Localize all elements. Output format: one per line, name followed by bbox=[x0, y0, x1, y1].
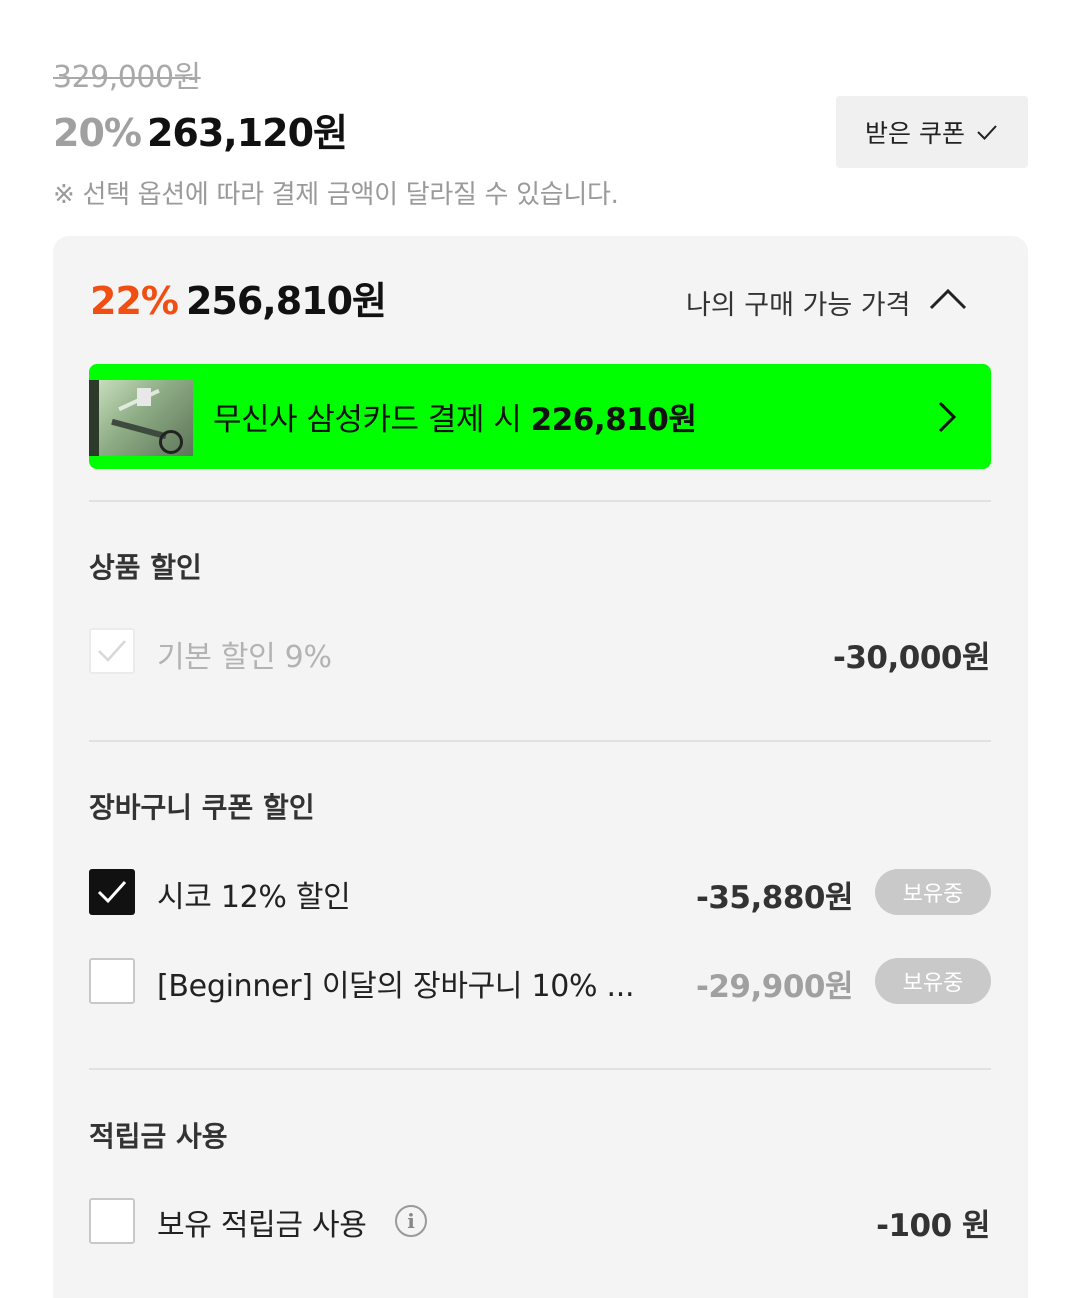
divider bbox=[89, 740, 991, 742]
my-price-toggle-label: 나의 구매 가능 가격 bbox=[686, 289, 911, 321]
divider bbox=[89, 1068, 991, 1070]
my-price-rate: 22% bbox=[90, 279, 179, 323]
card-banner-text: 무신사 삼성카드 결제 시 226,810원 bbox=[213, 394, 697, 439]
points-label: 보유 적립금 사용 bbox=[157, 1208, 367, 1243]
cart-coupon-title: 장바구니 쿠폰 할인 bbox=[89, 791, 315, 824]
check-icon bbox=[975, 120, 999, 144]
sale-price: 263,120원 bbox=[146, 111, 348, 155]
points-checkbox[interactable] bbox=[89, 1198, 135, 1244]
product-discount-title: 상품 할인 bbox=[89, 551, 202, 584]
chevron-up-icon bbox=[928, 287, 968, 318]
coupon-checkbox-beginner[interactable] bbox=[89, 958, 135, 1004]
sale-rate: 20% bbox=[53, 111, 142, 155]
base-discount-checkbox bbox=[89, 628, 135, 674]
points-title: 적립금 사용 bbox=[89, 1120, 228, 1153]
coupon-checkbox-siko[interactable] bbox=[89, 869, 135, 915]
owned-badge: 보유중 bbox=[875, 869, 991, 915]
received-coupons-button[interactable]: 받은 쿠폰 bbox=[836, 96, 1028, 168]
my-price-toggle[interactable]: 나의 구매 가능 가격 bbox=[686, 280, 968, 324]
my-price-row: 22% 256,810원 bbox=[90, 270, 387, 325]
original-price: 329,000원 bbox=[53, 60, 201, 95]
card-banner-amount: 226,810원 bbox=[530, 402, 697, 438]
samsung-card-banner[interactable]: 무신사 삼성카드 결제 시 226,810원 bbox=[89, 364, 991, 469]
points-amount: -100 원 bbox=[876, 1208, 990, 1244]
base-discount-amount: -30,000원 bbox=[832, 640, 991, 676]
my-price-amount: 256,810원 bbox=[185, 279, 387, 323]
coupon-amount-beginner: -29,900원 bbox=[695, 969, 854, 1005]
received-coupons-label: 받은 쿠폰 bbox=[865, 119, 965, 148]
price-notice: ※ 선택 옵션에 따라 결제 금액이 달라질 수 있습니다. bbox=[53, 180, 619, 210]
info-icon[interactable]: i bbox=[395, 1205, 427, 1237]
sale-price-row: 20% 263,120원 bbox=[53, 102, 348, 157]
coupon-amount-siko: -35,880원 bbox=[695, 880, 854, 916]
card-thumbnail-image bbox=[89, 380, 193, 456]
coupon-label-beginner: [Beginner] 이달의 장바구니 10% ... bbox=[157, 969, 635, 1004]
coupon-label-siko: 시코 12% 할인 bbox=[157, 880, 351, 915]
card-banner-prefix: 무신사 삼성카드 결제 시 bbox=[213, 402, 531, 438]
base-discount-label: 기본 할인 9% bbox=[157, 640, 332, 675]
divider bbox=[89, 500, 991, 502]
owned-badge: 보유중 bbox=[875, 958, 991, 1004]
chevron-right-icon bbox=[937, 400, 957, 434]
